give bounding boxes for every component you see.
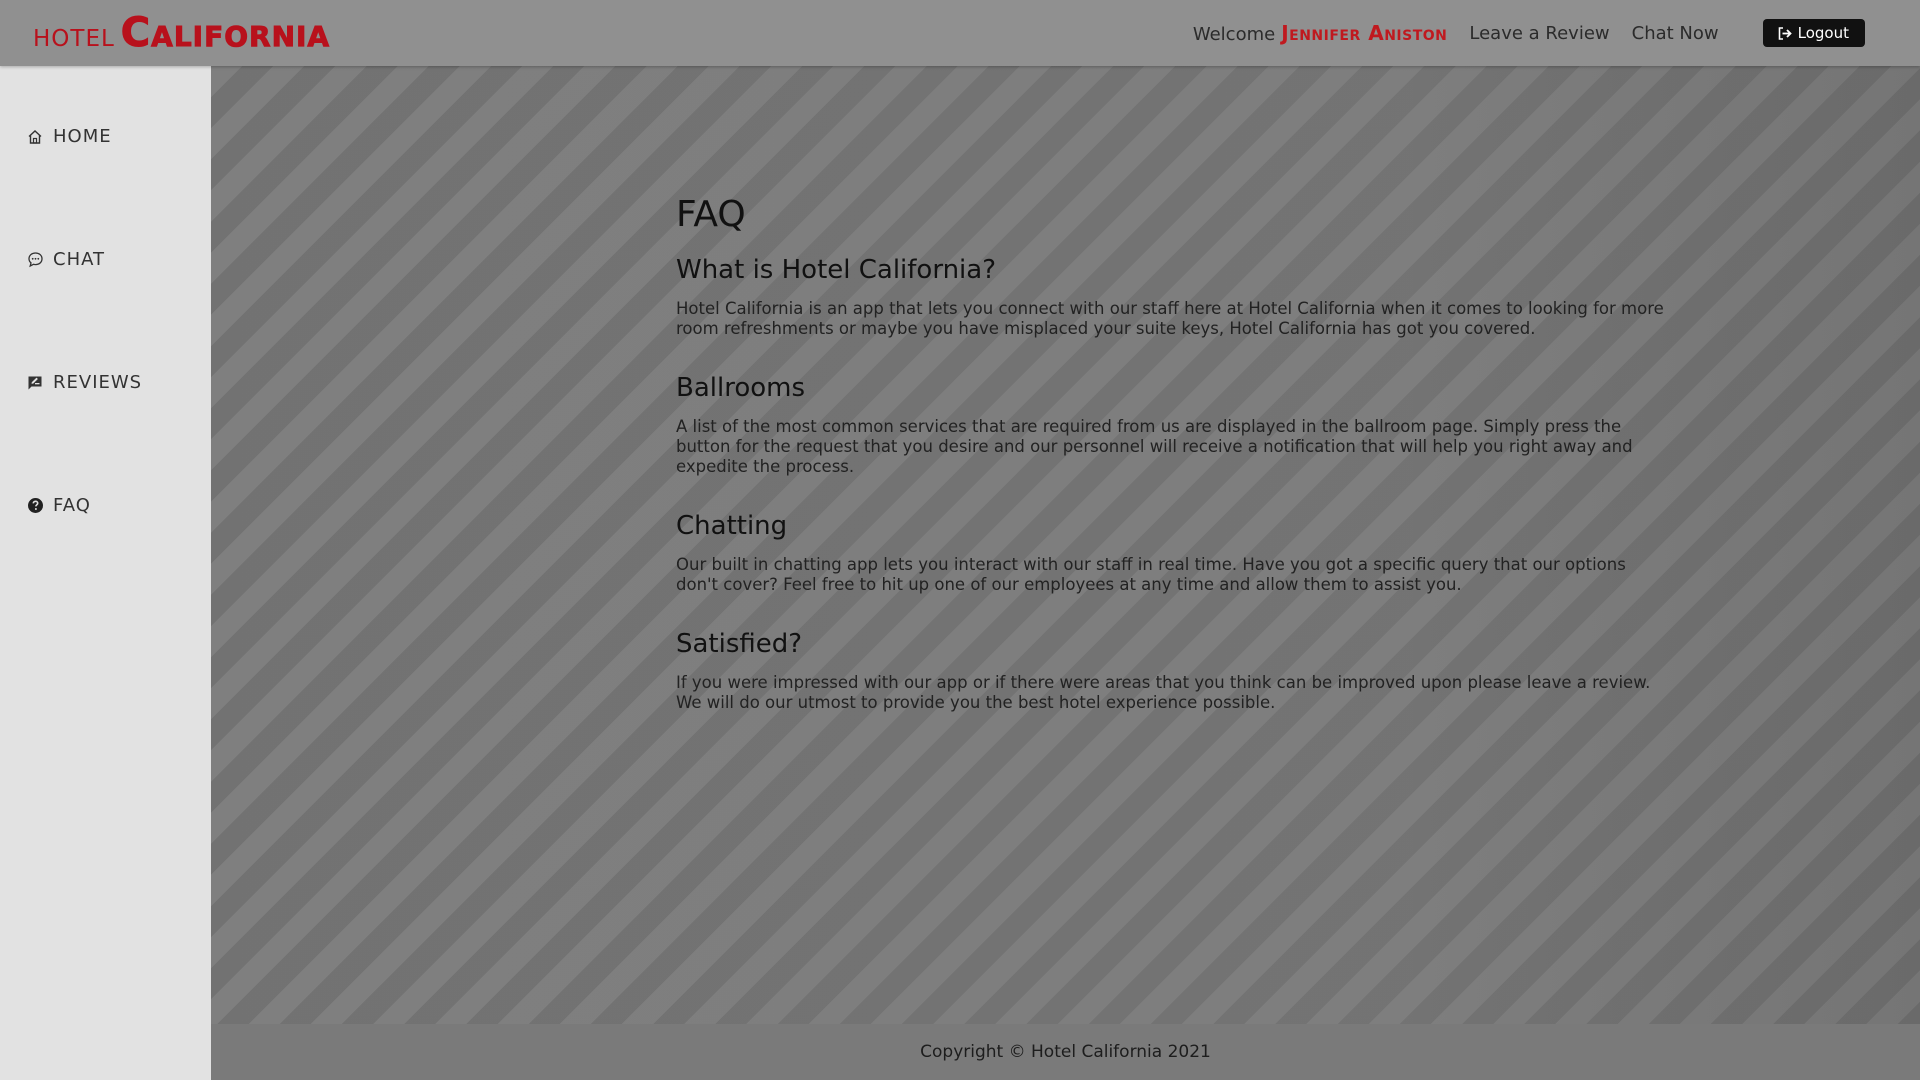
sign-out-icon xyxy=(1778,26,1792,40)
chat-now-link[interactable]: Chat Now xyxy=(1632,23,1719,44)
home-icon xyxy=(26,128,44,146)
faq-item: Chatting Our built in chatting app lets … xyxy=(676,511,1676,595)
faq-question: What is Hotel California? xyxy=(676,255,997,285)
copyright-text: Copyright © Hotel California 2021 xyxy=(920,1042,1211,1062)
main-content-area: FAQ What is Hotel California? Hotel Cali… xyxy=(211,66,1920,1024)
sidebar-item-label: CHAT xyxy=(53,249,106,270)
faq-answer: A list of the most common services that … xyxy=(676,417,1633,476)
sidebar: HOME CHAT REVIEWS FAQ xyxy=(0,66,211,1080)
footer: Copyright © Hotel California 2021 xyxy=(211,1024,1920,1080)
user-name: Jennifer Aniston xyxy=(1281,21,1448,45)
header-nav: Welcome Jennifer Aniston Leave a Review … xyxy=(1193,0,1920,66)
brand-name: California xyxy=(120,10,331,57)
chat-icon xyxy=(26,251,44,269)
faq-item: What is Hotel California? Hotel Californ… xyxy=(676,255,1676,339)
faq-answer: If you were impressed with our app or if… xyxy=(676,673,1651,712)
page-title: FAQ xyxy=(676,194,746,235)
faq-question: Ballrooms xyxy=(676,373,806,403)
faq-question: Chatting xyxy=(676,511,788,541)
sidebar-item-label: REVIEWS xyxy=(53,372,143,393)
review-icon xyxy=(26,374,44,392)
logout-label: Logout xyxy=(1797,24,1849,42)
faq-answer: Hotel California is an app that lets you… xyxy=(676,299,1664,338)
sidebar-item-home[interactable]: HOME xyxy=(26,126,112,147)
faq-item: Satisfied? If you were impressed with ou… xyxy=(676,629,1676,713)
sidebar-item-faq[interactable]: FAQ xyxy=(26,495,91,516)
top-navbar: HOTEL California Welcome Jennifer Anisto… xyxy=(0,0,1920,66)
sidebar-item-label: FAQ xyxy=(53,495,91,516)
brand-small-text: HOTEL xyxy=(33,26,115,52)
faq-question: Satisfied? xyxy=(676,629,803,659)
bottom-divider xyxy=(0,1080,1920,1084)
brand-logo[interactable]: HOTEL California xyxy=(33,10,331,57)
sidebar-item-label: HOME xyxy=(53,126,112,147)
faq-answer: Our built in chatting app lets you inter… xyxy=(676,555,1626,594)
question-circle-icon xyxy=(26,497,44,515)
welcome-message: Welcome Jennifer Aniston xyxy=(1193,21,1448,45)
logout-button[interactable]: Logout xyxy=(1762,19,1865,47)
leave-review-link[interactable]: Leave a Review xyxy=(1469,23,1609,44)
sidebar-item-chat[interactable]: CHAT xyxy=(26,249,105,270)
sidebar-item-reviews[interactable]: REVIEWS xyxy=(26,372,142,393)
app-root: HOTEL California Welcome Jennifer Anisto… xyxy=(0,0,1920,1084)
faq-item: Ballrooms A list of the most common serv… xyxy=(676,373,1676,477)
faq-section: FAQ What is Hotel California? Hotel Cali… xyxy=(676,194,1676,747)
welcome-label: Welcome xyxy=(1192,24,1276,45)
